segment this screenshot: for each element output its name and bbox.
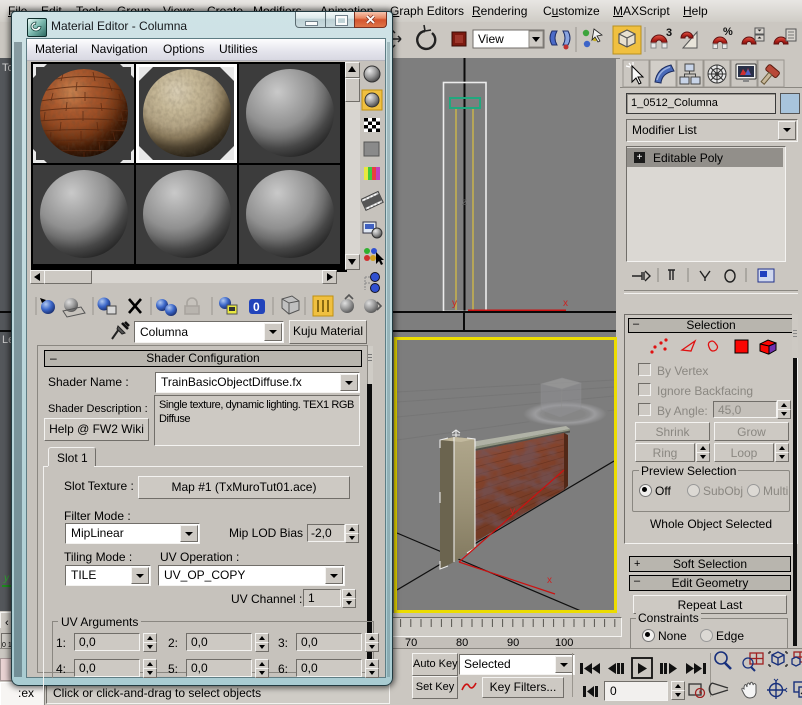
svg-text:70: 70 (405, 637, 417, 648)
svg-text:%: % (723, 26, 733, 38)
svg-text:80: 80 (456, 637, 468, 648)
svg-text:3: 3 (666, 27, 672, 39)
svg-text:x: x (547, 575, 552, 586)
svg-text:x: x (563, 298, 568, 309)
svg-text:100: 100 (555, 637, 573, 648)
svg-text:90: 90 (507, 637, 519, 648)
svg-text:y: y (452, 298, 457, 309)
svg-text:z: z (462, 197, 467, 208)
svg-text:y: y (510, 506, 515, 517)
svg-text:0: 0 (253, 300, 260, 314)
svg-text:View: View (478, 32, 504, 46)
